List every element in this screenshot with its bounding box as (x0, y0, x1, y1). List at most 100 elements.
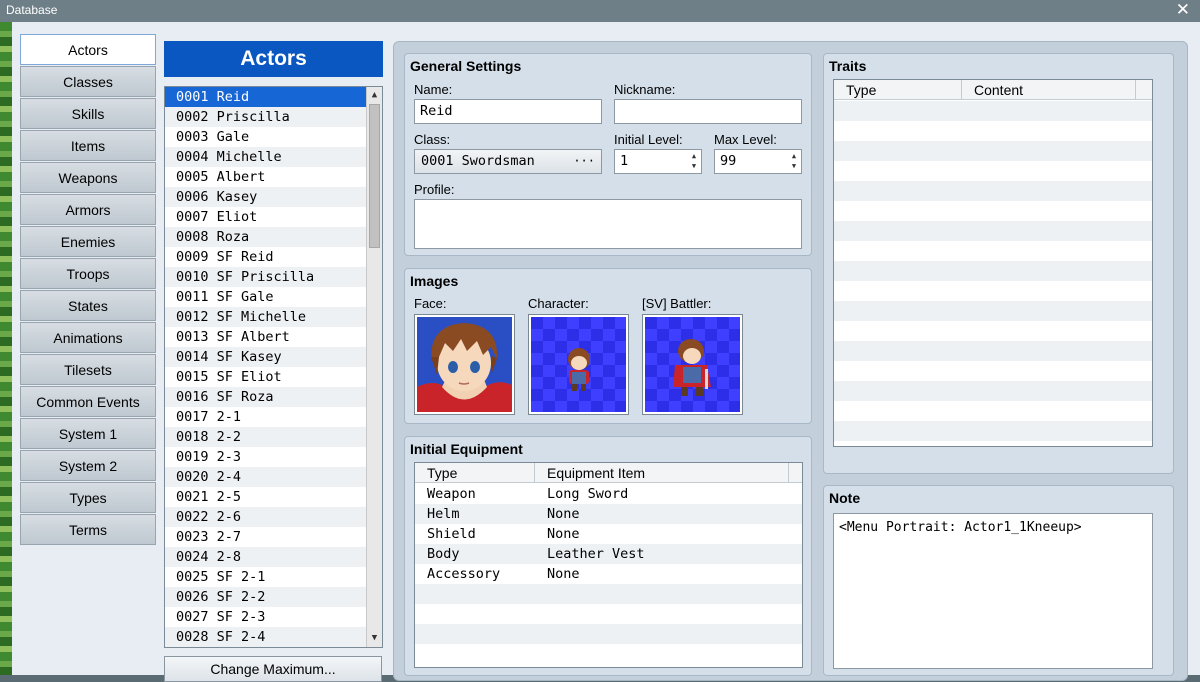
change-maximum-button[interactable]: Change Maximum... (164, 656, 382, 682)
equipment-row[interactable] (415, 644, 802, 664)
actor-list-item[interactable]: 0008 Roza (165, 227, 367, 247)
actor-list-item[interactable]: 0020 2-4 (165, 467, 367, 487)
actor-list-item[interactable]: 0022 2-6 (165, 507, 367, 527)
battler-sprite-icon (673, 339, 711, 396)
actor-list-item[interactable]: 0001 Reid (165, 87, 367, 107)
traits-row[interactable] (834, 341, 1152, 361)
class-selector[interactable]: 0001 Swordsman ··· (414, 149, 602, 174)
category-armors[interactable]: Armors (20, 194, 156, 225)
close-icon[interactable]: ✕ (1176, 0, 1190, 20)
category-system-1[interactable]: System 1 (20, 418, 156, 449)
nickname-field[interactable] (614, 99, 802, 124)
traits-row[interactable] (834, 101, 1152, 121)
category-system-2[interactable]: System 2 (20, 450, 156, 481)
scroll-thumb[interactable] (369, 104, 380, 248)
face-image[interactable] (414, 314, 515, 415)
actor-list-scrollbar[interactable]: ▲ ▼ (366, 87, 382, 647)
traits-row[interactable] (834, 381, 1152, 401)
name-field[interactable]: Reid (414, 99, 602, 124)
initial-level-stepper[interactable]: 1 ▲ ▼ (614, 149, 702, 174)
actor-list-item[interactable]: 0011 SF Gale (165, 287, 367, 307)
category-classes[interactable]: Classes (20, 66, 156, 97)
traits-row[interactable] (834, 421, 1152, 441)
actor-list-item[interactable]: 0009 SF Reid (165, 247, 367, 267)
category-skills[interactable]: Skills (20, 98, 156, 129)
actor-list-item[interactable]: 0013 SF Albert (165, 327, 367, 347)
equipment-row[interactable]: Shield None (415, 524, 802, 544)
equipment-row[interactable]: Body Leather Vest (415, 544, 802, 564)
title-bar: Database ✕ (0, 0, 1200, 22)
note-textarea[interactable]: <Menu Portrait: Actor1_1Kneeup> (833, 513, 1153, 669)
equipment-row[interactable] (415, 604, 802, 624)
actor-list-item[interactable]: 0024 2-8 (165, 547, 367, 567)
stepper-arrows-icon[interactable]: ▲ ▼ (689, 151, 699, 173)
equipment-row[interactable] (415, 584, 802, 604)
traits-row[interactable] (834, 201, 1152, 221)
actor-list-item[interactable]: 0026 SF 2-2 (165, 587, 367, 607)
traits-header-content[interactable]: Content (962, 80, 1136, 100)
actor-list-item[interactable]: 0010 SF Priscilla (165, 267, 367, 287)
actor-list-item[interactable]: 0006 Kasey (165, 187, 367, 207)
scroll-down-icon[interactable]: ▼ (367, 631, 382, 646)
traits-row[interactable] (834, 321, 1152, 341)
traits-row[interactable] (834, 221, 1152, 241)
actor-list-item[interactable]: 0002 Priscilla (165, 107, 367, 127)
category-enemies[interactable]: Enemies (20, 226, 156, 257)
max-level-stepper[interactable]: 99 ▲ ▼ (714, 149, 802, 174)
equipment-row[interactable] (415, 624, 802, 644)
category-states[interactable]: States (20, 290, 156, 321)
stepper-arrows-icon[interactable]: ▲ ▼ (789, 151, 799, 173)
actor-list-item[interactable]: 0018 2-2 (165, 427, 367, 447)
equipment-row[interactable]: Helm None (415, 504, 802, 524)
actor-list-item[interactable]: 0014 SF Kasey (165, 347, 367, 367)
actor-list-item[interactable]: 0016 SF Roza (165, 387, 367, 407)
category-troops[interactable]: Troops (20, 258, 156, 289)
equipment-row[interactable]: Weapon Long Sword (415, 484, 802, 504)
category-animations[interactable]: Animations (20, 322, 156, 353)
category-terms[interactable]: Terms (20, 514, 156, 545)
actor-list-item[interactable]: 0028 SF 2-4 (165, 627, 367, 647)
actor-list-item[interactable]: 0019 2-3 (165, 447, 367, 467)
actor-list-item[interactable]: 0005 Albert (165, 167, 367, 187)
traits-row[interactable] (834, 161, 1152, 181)
actor-list[interactable]: 0028 SF 2-4 0027 SF 2-3 0026 SF 2-2 0025 SF… (164, 86, 383, 648)
category-common-events[interactable]: Common Events (20, 386, 156, 417)
category-actors[interactable]: Actors (20, 34, 156, 65)
equipment-table[interactable]: Type Equipment Item Weapon Long Sword Helm… (414, 462, 803, 668)
traits-row[interactable] (834, 141, 1152, 161)
actor-list-item[interactable]: 0023 2-7 (165, 527, 367, 547)
category-tilesets[interactable]: Tilesets (20, 354, 156, 385)
traits-row[interactable] (834, 121, 1152, 141)
equipment-header-type[interactable]: Type (415, 463, 535, 483)
actor-list-item[interactable]: 0003 Gale (165, 127, 367, 147)
category-weapons[interactable]: Weapons (20, 162, 156, 193)
actor-list-item[interactable]: 0004 Michelle (165, 147, 367, 167)
scroll-up-icon[interactable]: ▲ (367, 88, 382, 103)
actor-list-item[interactable]: 0017 2-1 (165, 407, 367, 427)
equipment-row[interactable]: Accessory None (415, 564, 802, 584)
actor-list-item[interactable]: 0025 SF 2-1 (165, 567, 367, 587)
traits-header-type[interactable]: Type (834, 80, 962, 100)
traits-row[interactable] (834, 261, 1152, 281)
sv-battler-image[interactable] (642, 314, 743, 415)
actor-list-item[interactable]: 0027 SF 2-3 (165, 607, 367, 627)
traits-row[interactable] (834, 241, 1152, 261)
category-items[interactable]: Items (20, 130, 156, 161)
traits-row[interactable] (834, 301, 1152, 321)
traits-row[interactable] (834, 181, 1152, 201)
traits-row[interactable] (834, 361, 1152, 381)
equipment-type-cell: Body (427, 546, 460, 562)
traits-row[interactable] (834, 281, 1152, 301)
profile-textarea[interactable] (414, 199, 802, 249)
character-image[interactable] (528, 314, 629, 415)
actor-list-item[interactable]: 0021 2-5 (165, 487, 367, 507)
traits-table-header: Type Content (834, 80, 1152, 100)
note-title: Note (829, 490, 861, 506)
traits-row[interactable] (834, 401, 1152, 421)
actor-list-item[interactable]: 0015 SF Eliot (165, 367, 367, 387)
traits-table[interactable]: Type Content (833, 79, 1153, 447)
actor-list-item[interactable]: 0007 Eliot (165, 207, 367, 227)
actor-list-item[interactable]: 0012 SF Michelle (165, 307, 367, 327)
equipment-header-item[interactable]: Equipment Item (535, 463, 789, 483)
category-types[interactable]: Types (20, 482, 156, 513)
